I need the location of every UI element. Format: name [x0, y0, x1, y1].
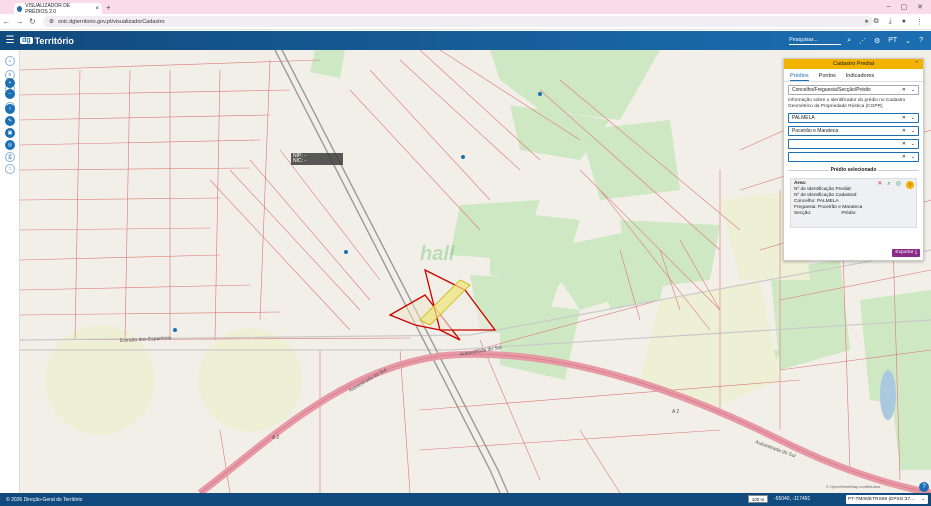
minimize-icon[interactable]: – — [887, 3, 891, 11]
tab-title: VISUALIZADOR DE PRÉDIOS 2.0 — [25, 2, 71, 15]
locate-icon[interactable]: ◎ — [896, 181, 901, 189]
info-tool-icon[interactable]: i — [5, 104, 15, 114]
back-icon[interactable]: ← — [0, 17, 13, 26]
download-icon[interactable]: ⤓ — [889, 18, 892, 26]
clear-icon[interactable]: ✕ — [902, 127, 906, 136]
concelho-value: PALMELA — [792, 115, 815, 121]
info-icon[interactable]: i — [906, 181, 914, 189]
crs-select[interactable]: PT-TM06/ETRS89 (EPSG:37... ⌄ — [846, 495, 928, 504]
map-attribution[interactable]: © OpenStreetMap contributors — [826, 484, 880, 489]
reload-icon[interactable]: ↻ — [26, 17, 39, 26]
url-text: snic.dgterritorio.gov.pt/visualizadorCad… — [57, 18, 165, 25]
share-icon[interactable]: ⋰ — [859, 37, 866, 45]
help-icon[interactable]: ? — [919, 37, 923, 44]
logo-prefix: dg — [20, 37, 33, 44]
clear-icon[interactable]: ✕ — [902, 114, 906, 123]
browser-tab-bar: VISUALIZADOR DE PRÉDIOS 2.0 × + – ▢ ✕ — [0, 0, 931, 15]
browser-tab[interactable]: VISUALIZADOR DE PRÉDIOS 2.0 × — [14, 2, 102, 15]
chevron-down-icon[interactable]: ⌄ — [905, 37, 911, 45]
maximize-icon[interactable]: ▢ — [901, 3, 908, 11]
browser-toolbar: ← → ↻ ⚙ snic.dgterritorio.gov.pt/visuali… — [0, 14, 931, 30]
predio-select[interactable]: ✕ ⌄ — [788, 152, 919, 162]
home-tool-icon[interactable]: ⌂ — [5, 56, 15, 66]
zoom-in-button[interactable]: + — [5, 78, 15, 88]
seccao-select[interactable]: ✕ ⌄ — [788, 139, 919, 149]
tooltip-nic: NIC: - — [293, 158, 307, 164]
freguesia-select[interactable]: Poceirão e Marateca ✕ ⌄ — [788, 126, 919, 136]
print-tool-icon[interactable]: ⎙ — [5, 152, 15, 162]
chevron-down-icon[interactable]: ⌄ — [911, 86, 915, 95]
detail-seccao: Secção: — [794, 211, 812, 216]
search-input[interactable]: Pesquisar... — [789, 37, 842, 45]
bookmark-star-icon[interactable]: ★ — [864, 19, 873, 25]
chevron-down-icon[interactable]: ⌄ — [911, 153, 915, 162]
profile-icon[interactable]: ● — [902, 18, 906, 26]
chevron-down-icon[interactable]: ⌄ — [911, 114, 915, 123]
coordinates-readout: -55040, -117491 — [774, 496, 811, 502]
crs-value: PT-TM06/ETRS89 (EPSG:37... — [848, 497, 915, 502]
export-label: Exportar — [895, 250, 914, 255]
scale-bar: 100 m — [748, 495, 768, 503]
road-label: A 2 — [272, 435, 279, 441]
clear-icon[interactable]: ✕ — [902, 153, 906, 162]
selected-parcel-title: Prédio selecionado — [828, 167, 879, 173]
panel-title: Cadastro Predial — [833, 61, 874, 67]
panel-tabs: Prédios Pontos Indicadores — [784, 69, 923, 82]
search-mode-select[interactable]: Concelho/Freguesia/Secção/Prédio ✕ ⌄ — [788, 85, 919, 95]
new-tab-button[interactable]: + — [106, 3, 111, 12]
address-bar[interactable]: ⚙ snic.dgterritorio.gov.pt/visualizadorC… — [43, 16, 873, 27]
menu-icon[interactable]: ☰ — [0, 35, 20, 46]
freguesia-value: Poceirão e Marateca — [792, 128, 839, 134]
settings-icon[interactable]: ⚙ — [874, 37, 880, 45]
info-text: Informação sobre o identificador do préd… — [788, 98, 906, 109]
close-window-icon[interactable]: ✕ — [917, 3, 923, 11]
search-icon[interactable]: ⌕ — [847, 37, 851, 45]
logo-text: Território — [34, 35, 74, 46]
map-help-button[interactable]: ? — [919, 482, 929, 492]
parcel-tooltip: NIP: - NIC: - — [291, 153, 343, 165]
tab-indicadores[interactable]: Indicadores — [846, 72, 874, 81]
parcel-details: ✕ ⌕ ◎ i Área: Nº de Identificação Predia… — [790, 178, 917, 228]
edit-tool-icon[interactable]: ✎ — [5, 116, 15, 126]
search-mode-value: Concelho/Freguesia/Secção/Prédio — [792, 87, 871, 93]
tab-predios[interactable]: Prédios — [790, 72, 809, 81]
forward-icon[interactable]: → — [13, 17, 26, 26]
browser-menu-icon[interactable]: ⋮ — [916, 18, 923, 26]
bookmark-tool-icon[interactable]: ☆ — [5, 164, 15, 174]
collapse-icon[interactable]: ⌃ — [914, 59, 919, 69]
site-favicon-icon — [17, 5, 23, 12]
extensions-icon[interactable]: ⧉ — [874, 18, 879, 26]
download-icon: ⤓ — [914, 250, 917, 255]
road-label: A 2 — [672, 409, 679, 415]
concelho-select[interactable]: PALMELA ✕ ⌄ — [788, 113, 919, 123]
select-tool-icon[interactable]: ▣ — [5, 128, 15, 138]
clear-icon[interactable]: ✕ — [902, 86, 906, 95]
chevron-down-icon[interactable]: ⌄ — [911, 127, 915, 136]
chevron-down-icon[interactable]: ⌄ — [911, 140, 915, 149]
language-select[interactable]: PT — [888, 37, 897, 44]
close-tab-icon[interactable]: × — [95, 6, 99, 12]
map-tools-sidebar: ⌂ ≡ ✎ + − ↔ i ✎ ▣ ◎ ⎙ ☆ — [0, 50, 20, 493]
cadastro-panel: Cadastro Predial ⌃ Prédios Pontos Indica… — [783, 58, 924, 261]
export-button[interactable]: Exportar ⤓ — [892, 249, 920, 257]
app-header: ☰ dg Território Pesquisar... ⌕ ⋰ ⚙ PT ⌄ … — [0, 31, 931, 50]
clear-icon[interactable]: ✕ — [902, 140, 906, 149]
panel-header[interactable]: Cadastro Predial ⌃ — [784, 59, 923, 69]
zoom-out-button[interactable]: − — [5, 89, 15, 99]
watermark-logo: hall — [420, 243, 455, 265]
locate-tool-icon[interactable]: ◎ — [5, 140, 15, 150]
chevron-down-icon[interactable]: ⌄ — [921, 495, 925, 504]
close-icon[interactable]: ✕ — [877, 181, 882, 189]
detail-predio: Prédio: — [841, 211, 857, 216]
zoom-to-icon[interactable]: ⌕ — [887, 181, 890, 189]
app-logo: dg Território — [20, 36, 74, 46]
selected-parcel-header: Prédio selecionado — [788, 167, 919, 176]
copyright-text: © 2026 Direção-Geral do Território — [6, 496, 83, 503]
tab-pontos[interactable]: Pontos — [819, 72, 836, 81]
site-info-icon[interactable]: ⚙ — [49, 19, 54, 25]
